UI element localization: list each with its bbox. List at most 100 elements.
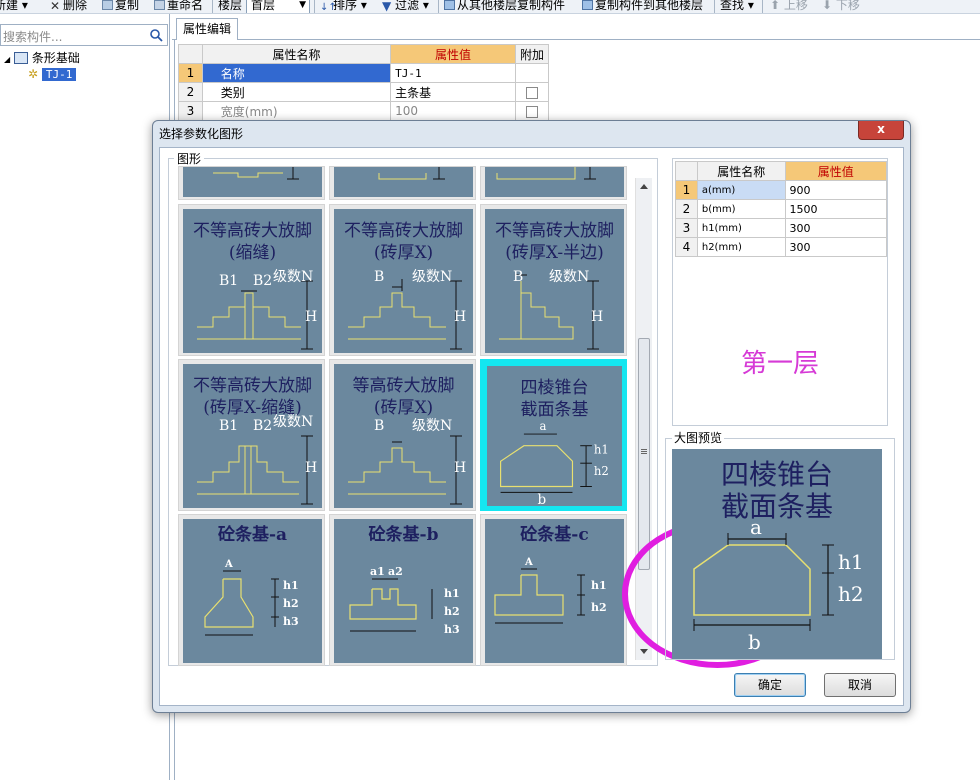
property-value[interactable]: 100 (390, 101, 516, 121)
shape-image: 四棱锥台 截面条基 a h1 h2 b (487, 366, 622, 506)
shape-thumbnail[interactable]: 砼条基-c Ah1 h2 (480, 514, 627, 666)
shape-thumbnail[interactable]: 等高砖大放脚 (砖厚X) B 级数N H (329, 359, 476, 511)
floor-select-value: 首层 (251, 0, 276, 12)
shape-thumbnail-partial[interactable] (480, 166, 627, 200)
shape-dimension-label: H (305, 309, 317, 325)
shape-image: 不等高砖大放脚 (砖厚X-缩缝) B1 B2 级数N H (183, 364, 322, 508)
attribute-name: h1(mm) (696, 218, 786, 238)
search-box[interactable]: 搜索构件... (0, 24, 168, 46)
shape-image: 不等高砖大放脚 (砖厚X-半边) B 级数N H (485, 209, 624, 353)
copy-from-other-floor-button[interactable]: 从其他楼层复制构件 (444, 0, 565, 13)
shape-image: 等高砖大放脚 (砖厚X) B 级数N H (334, 364, 473, 508)
column-header-extra: 附加 (514, 44, 550, 64)
grip-icon (641, 449, 647, 450)
close-button[interactable]: x (858, 121, 904, 140)
copy-to-other-floor-button[interactable]: 复制构件到其他楼层 (582, 0, 703, 13)
select-shape-dialog: 选择参数化图形 x 图形 不等高砖大放脚 (缩缝) B1 B2 级数N H 不等高砖大放脚(… (152, 120, 911, 713)
shape-thumbnail-partial[interactable] (329, 166, 476, 200)
attribute-value[interactable]: 300 (784, 218, 888, 238)
ok-button[interactable]: 确定 (734, 673, 806, 697)
find-button[interactable]: 查找 ▾ (720, 0, 754, 13)
shape-dimension-label: 级数N (549, 269, 589, 285)
dialog-title: 选择参数化图形 (159, 127, 244, 141)
shape-dimension-label: h1 (444, 587, 460, 600)
shape-dimension-label: H (591, 309, 603, 325)
filter-label: 过滤 (395, 0, 420, 12)
table-row[interactable]: 3 宽度(mm) 100 (178, 101, 550, 121)
toolbar-separator (438, 0, 439, 13)
tree-node-tj1[interactable]: ✲ TJ-1 (28, 66, 77, 82)
extra-cell (514, 101, 550, 121)
shape-dimension-label: a (539, 419, 546, 433)
shape-dimension-label: h1 (594, 442, 609, 456)
table-row[interactable]: 3 h1(mm) 300 (675, 218, 888, 238)
shape-dimension-label: 级数N (273, 269, 313, 285)
table-row[interactable]: 2 b(mm) 1500 (675, 199, 888, 219)
tab-label: 属性编辑 (183, 22, 232, 36)
new-button[interactable]: 新建 ▾ (0, 0, 28, 13)
attribute-name: a(mm) (696, 180, 786, 200)
shape-thumbnail[interactable]: 不等高砖大放脚 (砖厚X-缩缝) B1 B2 级数N H (178, 359, 325, 511)
copy-icon (102, 0, 113, 10)
toolbar-separator (314, 0, 315, 13)
toolbar-separator (212, 0, 213, 13)
shape-attribute-table: 属性名称 属性值 1 a(mm) 900 2 b(mm) 1500 3 h1(m… (675, 161, 888, 257)
shape-group-label: 图形 (174, 152, 205, 166)
extra-checkbox[interactable] (525, 105, 538, 118)
shape-thumbnail[interactable]: 不等高砖大放脚 (砖厚X) B 级数N H (329, 204, 476, 356)
find-label: 查找 (720, 0, 745, 12)
shape-thumbnail[interactable]: 不等高砖大放脚 (砖厚X-半边) B 级数N H (480, 204, 627, 356)
property-value[interactable]: TJ-1 (390, 63, 516, 83)
shape-dimension-label: h1 (591, 579, 607, 592)
rename-icon (154, 0, 165, 10)
sort-button[interactable]: ↓↑排序 ▾ (320, 0, 367, 13)
move-up-button[interactable]: ⬆ 上移 (770, 0, 808, 13)
shape-thumbnail[interactable]: 砼条基-a Ah1 h2 h3 (178, 514, 325, 666)
table-row[interactable]: 1 名称 TJ-1 (178, 63, 550, 83)
shape-thumbnail[interactable]: 不等高砖大放脚 (缩缝) B1 B2 级数N H (178, 204, 325, 356)
tree-node-strip-foundation[interactable]: ◢ 条形基础 (4, 50, 80, 66)
rename-button[interactable]: 重命名 (154, 0, 203, 13)
scroll-thumb[interactable] (638, 338, 650, 570)
property-value[interactable]: 主条基 (390, 82, 516, 102)
shape-drawing: B1 B2 级数N H (197, 269, 317, 350)
collapse-icon[interactable]: ◢ (4, 55, 10, 64)
shape-thumbnail-partial[interactable] (178, 166, 325, 200)
copy-button[interactable]: 复制 (102, 0, 139, 13)
scroll-up-icon[interactable] (640, 184, 648, 189)
filter-button[interactable]: ▼ 过滤 ▾ (382, 0, 429, 13)
shape-drawing: B1 B2 级数N H (197, 414, 317, 505)
shape-dimension-label: A (524, 557, 533, 568)
shape-image (485, 167, 624, 197)
search-icon[interactable] (149, 28, 163, 42)
attribute-value[interactable]: 900 (784, 180, 888, 200)
attribute-name: h2(mm) (696, 237, 786, 257)
row-number: 3 (178, 101, 203, 121)
search-input[interactable]: 搜索构件... (3, 28, 62, 45)
attribute-name: b(mm) (696, 199, 786, 219)
tab-property-edit[interactable]: 属性编辑 (176, 18, 239, 40)
attribute-value[interactable]: 300 (784, 237, 888, 257)
toolbar-separator (762, 0, 763, 13)
delete-button[interactable]: ✕ 删除 (50, 0, 87, 13)
floor-select[interactable]: 首层 ▼ (246, 0, 310, 13)
extra-checkbox[interactable] (525, 86, 538, 99)
scroll-down-icon[interactable] (640, 649, 648, 654)
shape-drawing: B 级数N H (348, 269, 466, 350)
row-number: 2 (178, 82, 203, 102)
shape-dimension-label: B2 (253, 273, 272, 289)
row-number: 1 (675, 180, 698, 200)
delete-icon: ✕ (50, 0, 61, 13)
attribute-value[interactable]: 1500 (784, 199, 888, 219)
shape-dimension-label: B (513, 269, 523, 285)
tree-node-label: 条形基础 (31, 51, 80, 65)
move-down-button[interactable]: ⬇ 下移 (822, 0, 860, 13)
table-row[interactable]: 4 h2(mm) 300 (675, 237, 888, 257)
table-row[interactable]: 2 类别 主条基 (178, 82, 550, 102)
floor-label: 楼层 (218, 0, 243, 12)
cancel-button[interactable]: 取消 (824, 673, 896, 697)
table-row[interactable]: 1 a(mm) 900 (675, 180, 888, 200)
row-number: 1 (178, 63, 203, 83)
shape-thumbnail-selected[interactable]: 四棱锥台 截面条基 a h1 h2 b (480, 359, 627, 511)
shape-thumbnail[interactable]: 砼条基-b a1 a2 h1 h2 h3 (329, 514, 476, 666)
